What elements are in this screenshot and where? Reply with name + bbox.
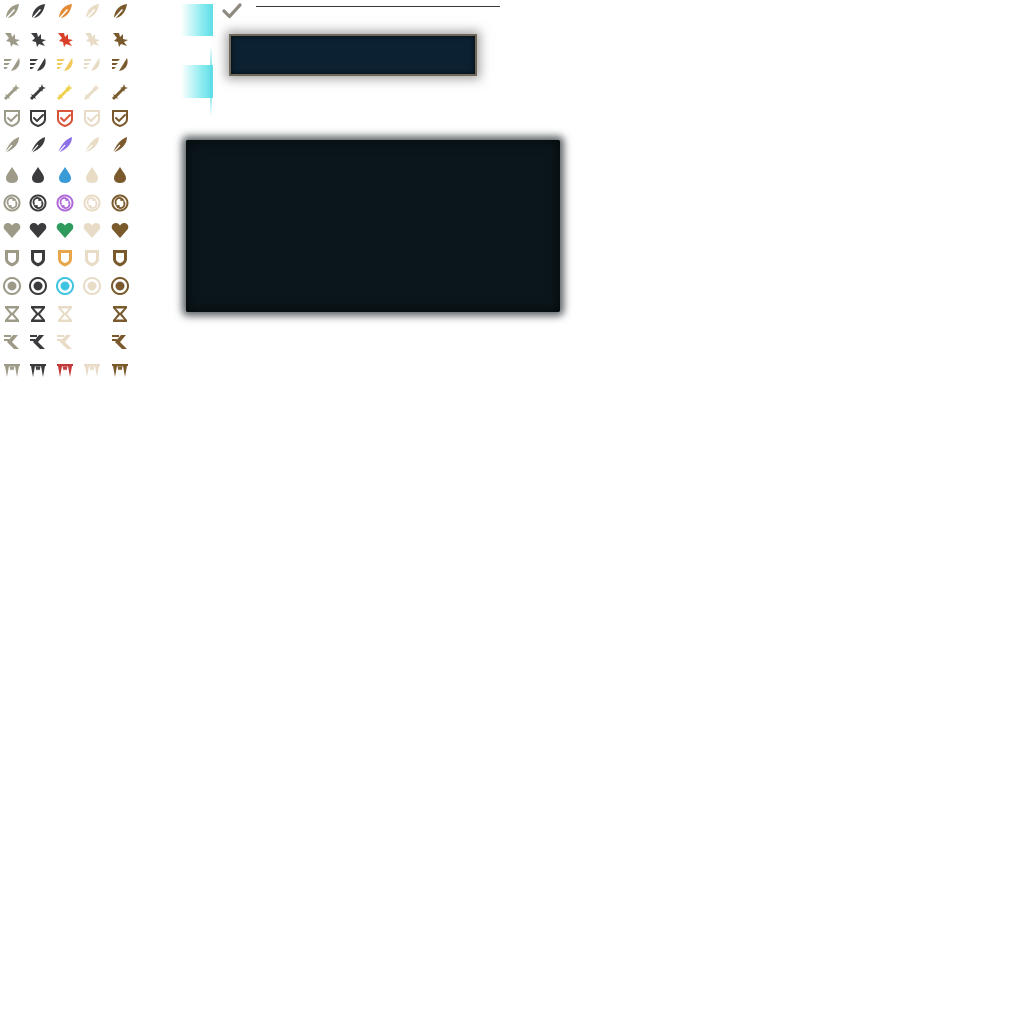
cyan-highlight-tab-lower — [181, 65, 213, 98]
fangs-icon — [0, 358, 24, 382]
shield-badge-icon — [0, 246, 24, 270]
feather-quill-icon — [0, 0, 24, 24]
shield-check-icon — [0, 106, 24, 130]
water-drop-icon — [0, 163, 24, 187]
shield-badge-icon — [80, 246, 104, 270]
dash-chevron-icon — [26, 330, 50, 354]
shield-check-icon — [80, 106, 104, 130]
hourglass-icon — [0, 302, 24, 326]
cycle-arrows-icon — [0, 191, 24, 215]
feather-quill-icon — [108, 0, 132, 24]
shield-check-icon — [108, 106, 132, 130]
comet-feather-icon — [53, 133, 77, 157]
small-dark-panel — [229, 34, 477, 76]
fangs-icon — [108, 358, 132, 382]
hourglass-icon — [108, 302, 132, 326]
shield-check-icon — [53, 106, 77, 130]
impact-arrow-icon — [108, 27, 132, 51]
checkmark-icon — [222, 3, 242, 19]
top-separator-line — [256, 6, 500, 7]
speed-slash-icon — [0, 52, 24, 76]
target-ring-icon — [80, 274, 104, 298]
impact-arrow-icon — [53, 27, 77, 51]
cycle-arrows-icon — [108, 191, 132, 215]
water-drop-icon — [26, 163, 50, 187]
sword-sparkle-icon — [0, 79, 24, 103]
cycle-arrows-icon — [80, 191, 104, 215]
hourglass-icon — [80, 302, 104, 326]
comet-feather-icon — [108, 133, 132, 157]
heart-icon — [108, 218, 132, 242]
dash-chevron-icon — [80, 330, 104, 354]
impact-arrow-icon — [26, 27, 50, 51]
dash-chevron-icon — [108, 330, 132, 354]
impact-arrow-icon — [0, 27, 24, 51]
feather-quill-icon — [26, 0, 50, 24]
icon-sprite-sheet — [0, 0, 140, 390]
hourglass-icon — [53, 302, 77, 326]
speed-slash-icon — [80, 52, 104, 76]
heart-icon — [26, 218, 50, 242]
target-ring-icon — [108, 274, 132, 298]
cycle-arrows-icon — [53, 191, 77, 215]
hourglass-icon — [26, 302, 50, 326]
shield-badge-icon — [108, 246, 132, 270]
target-ring-icon — [26, 274, 50, 298]
dash-chevron-icon — [0, 330, 24, 354]
cycle-arrows-icon — [26, 191, 50, 215]
target-ring-icon — [53, 274, 77, 298]
heart-icon — [53, 218, 77, 242]
speed-slash-icon — [26, 52, 50, 76]
sword-sparkle-icon — [26, 79, 50, 103]
cyan-divider-line — [210, 46, 212, 116]
shield-badge-icon — [26, 246, 50, 270]
dash-chevron-icon — [53, 330, 77, 354]
speed-slash-icon — [108, 52, 132, 76]
water-drop-icon — [80, 163, 104, 187]
speed-slash-icon — [53, 52, 77, 76]
sword-sparkle-icon — [80, 79, 104, 103]
target-ring-icon — [0, 274, 24, 298]
sword-sparkle-icon — [108, 79, 132, 103]
impact-arrow-icon — [80, 27, 104, 51]
heart-icon — [80, 218, 104, 242]
comet-feather-icon — [0, 133, 24, 157]
large-dark-panel — [186, 140, 560, 312]
cyan-highlight-tab — [181, 4, 213, 36]
fangs-icon — [26, 358, 50, 382]
sword-sparkle-icon — [53, 79, 77, 103]
heart-icon — [0, 218, 24, 242]
comet-feather-icon — [26, 133, 50, 157]
shield-check-icon — [26, 106, 50, 130]
feather-quill-icon — [80, 0, 104, 24]
fangs-icon — [53, 358, 77, 382]
fangs-icon — [80, 358, 104, 382]
shield-badge-icon — [53, 246, 77, 270]
water-drop-icon — [108, 163, 132, 187]
water-drop-icon — [53, 163, 77, 187]
comet-feather-icon — [80, 133, 104, 157]
feather-quill-icon — [53, 0, 77, 24]
